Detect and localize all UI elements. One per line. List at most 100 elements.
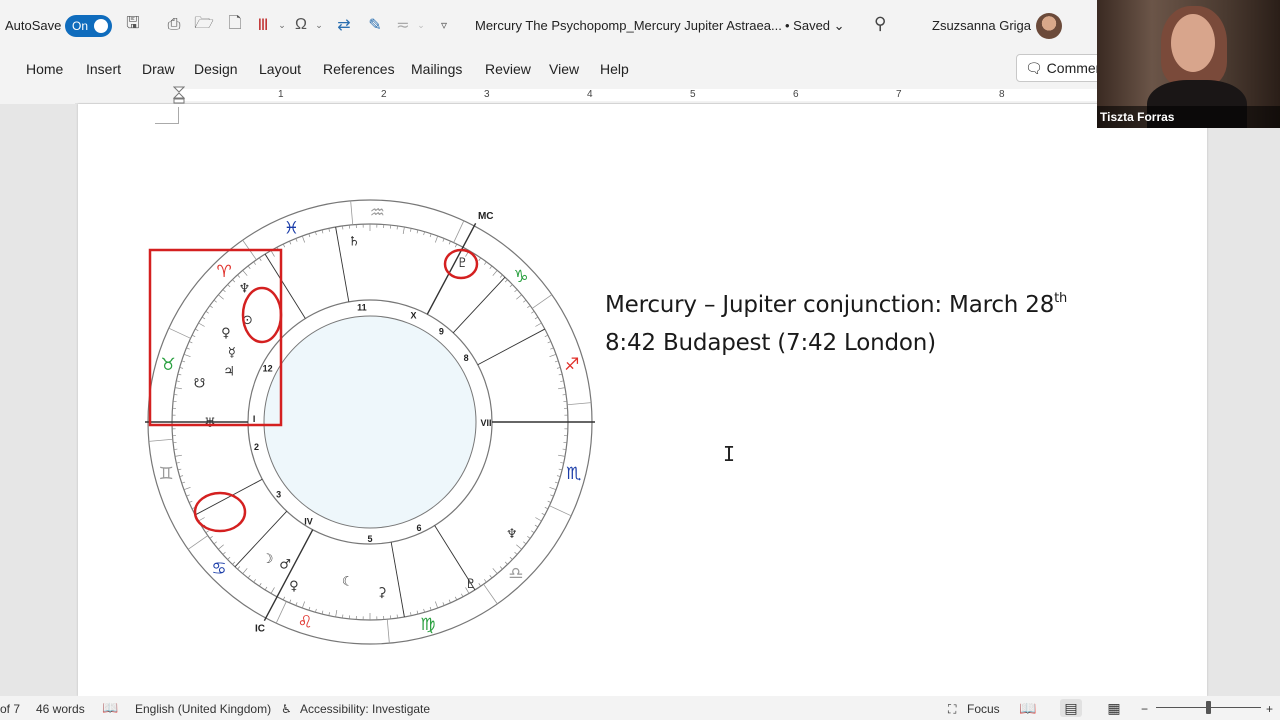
- imum-coeli-label: IC: [255, 623, 265, 634]
- search-icon[interactable]: ⚲: [874, 14, 886, 34]
- language-status[interactable]: English (United Kingdom): [135, 702, 271, 716]
- saved-label: • Saved: [785, 18, 831, 33]
- sign-divider: [187, 535, 209, 550]
- planet-icon: ♆: [506, 527, 518, 542]
- video-tile[interactable]: Tiszta Forras: [1097, 0, 1280, 128]
- planet-icon: ♇: [465, 577, 477, 592]
- degree-tick: [410, 228, 412, 232]
- zodiac-sign-icon: ♒: [370, 203, 385, 223]
- tab-mailings[interactable]: Mailings: [411, 61, 462, 77]
- degree-tick: [308, 233, 311, 238]
- degree-tick: [416, 610, 419, 615]
- horizontal-ruler[interactable]: 1 2 3 4 5 6 7 8: [75, 86, 1097, 104]
- house-number: 3: [276, 489, 281, 499]
- tab-design[interactable]: Design: [194, 61, 238, 77]
- degree-tick: [213, 541, 217, 545]
- zodiac-sign-icon: ♈: [216, 262, 231, 282]
- tab-help[interactable]: Help: [600, 61, 629, 77]
- astrology-chart: ♓♒♑♐♏♎♍♌♋♊♉♈♄♇♆⊙♀☿♃☋♅☽ ♂♀ ☾⚳♇♆MCIC11X9812I…: [145, 199, 595, 645]
- zoom-slider-thumb[interactable]: [1206, 701, 1211, 714]
- symbol-omega-icon[interactable]: Ω: [290, 14, 312, 36]
- avatar[interactable]: [1036, 13, 1062, 39]
- degree-tick: [227, 556, 231, 560]
- tab-layout[interactable]: Layout: [259, 61, 301, 77]
- zodiac-sign-icon: ♐: [564, 355, 579, 375]
- autosave-toggle[interactable]: On: [65, 15, 112, 37]
- degree-tick: [308, 606, 311, 611]
- heading-line-2: 8:42 Budapest (7:42 London): [605, 330, 936, 356]
- sign-divider: [350, 200, 354, 225]
- accessibility-status[interactable]: Accessibility: Investigate: [300, 702, 430, 716]
- page-count[interactable]: of 7: [0, 702, 20, 716]
- degree-tick: [549, 353, 557, 358]
- degree-tick: [321, 610, 324, 615]
- edit-picture-icon[interactable]: ✎: [364, 14, 386, 36]
- degree-tick: [560, 462, 564, 464]
- strikethrough-icon[interactable]: ≂: [392, 14, 414, 36]
- open-folder-icon[interactable]: 🗁: [193, 14, 215, 36]
- tab-references[interactable]: References: [323, 61, 395, 77]
- degree-tick: [242, 270, 248, 276]
- degree-tick: [527, 305, 531, 308]
- chevron-down-icon[interactable]: ⌄: [277, 14, 287, 36]
- saved-status[interactable]: • Saved ⌄: [785, 18, 845, 34]
- degree-tick: [237, 566, 241, 570]
- new-from-template-icon[interactable]: ⎙: [163, 14, 185, 36]
- house-number: I: [253, 414, 256, 424]
- degree-tick: [188, 341, 193, 344]
- new-document-icon[interactable]: 🗋: [224, 14, 246, 36]
- sign-divider: [168, 327, 191, 339]
- tab-draw[interactable]: Draw: [142, 61, 175, 77]
- sign-divider: [148, 438, 173, 442]
- degree-tick: [423, 231, 425, 236]
- tab-insert[interactable]: Insert: [86, 61, 121, 77]
- tab-review[interactable]: Review: [485, 61, 531, 77]
- indent-marker-icon[interactable]: [173, 86, 185, 104]
- sign-divider: [386, 619, 390, 644]
- zoom-in-icon[interactable]: +: [1266, 702, 1273, 716]
- degree-tick: [410, 612, 412, 616]
- degree-tick: [247, 575, 251, 579]
- columns-icon[interactable]: Ⅲ: [252, 14, 274, 36]
- degree-tick: [218, 294, 224, 300]
- degree-tick: [258, 583, 262, 587]
- degree-tick: [492, 568, 498, 574]
- zoom-out-icon[interactable]: −: [1141, 702, 1148, 716]
- degree-tick: [315, 608, 317, 613]
- house-cusp: [426, 223, 477, 315]
- tab-view[interactable]: View: [549, 61, 579, 77]
- chevron-down-icon[interactable]: ⌄: [416, 14, 426, 36]
- degree-tick: [558, 454, 566, 457]
- swap-icon[interactable]: ⇄: [333, 14, 355, 36]
- degree-tick: [484, 261, 487, 265]
- user-name[interactable]: Zsuzsanna Griga: [932, 18, 1031, 33]
- word-count[interactable]: 46 words: [36, 702, 85, 716]
- read-mode-icon[interactable]: 📖: [1017, 699, 1039, 717]
- degree-tick: [183, 353, 191, 358]
- web-layout-icon[interactable]: ▦: [1103, 699, 1125, 717]
- zodiac-sign-icon: ♎: [508, 564, 523, 584]
- ruler-number: 3: [484, 89, 490, 100]
- degree-tick: [209, 305, 213, 308]
- degree-tick: [442, 238, 445, 242]
- heading-text[interactable]: Mercury – Jupiter conjunction: March 28t…: [605, 280, 1067, 362]
- degree-tick: [295, 602, 298, 606]
- save-icon[interactable]: 🖫: [122, 14, 144, 36]
- document-title[interactable]: Mercury The Psychopomp_Mercury Jupiter A…: [475, 18, 782, 33]
- focus-button[interactable]: Focus: [967, 702, 1000, 716]
- degree-tick: [270, 250, 275, 257]
- degree-tick: [423, 608, 425, 613]
- customize-toolbar-icon[interactable]: ▿: [433, 14, 455, 36]
- degree-tick: [509, 284, 513, 288]
- aspect-circle: [263, 315, 477, 529]
- zodiac-sign-icon: ♌: [297, 613, 312, 633]
- chevron-down-icon[interactable]: ⌄: [314, 14, 324, 36]
- tab-home[interactable]: Home: [26, 61, 63, 77]
- planet-icon: ♇: [457, 256, 469, 271]
- zodiac-sign-icon: ♏: [566, 464, 581, 484]
- proofing-icon[interactable]: 📖: [102, 700, 118, 716]
- print-layout-icon[interactable]: ▤: [1060, 699, 1082, 717]
- ruler-number: 8: [999, 89, 1005, 100]
- house-number: IV: [304, 516, 313, 526]
- planet-icon: ⚳: [377, 586, 387, 601]
